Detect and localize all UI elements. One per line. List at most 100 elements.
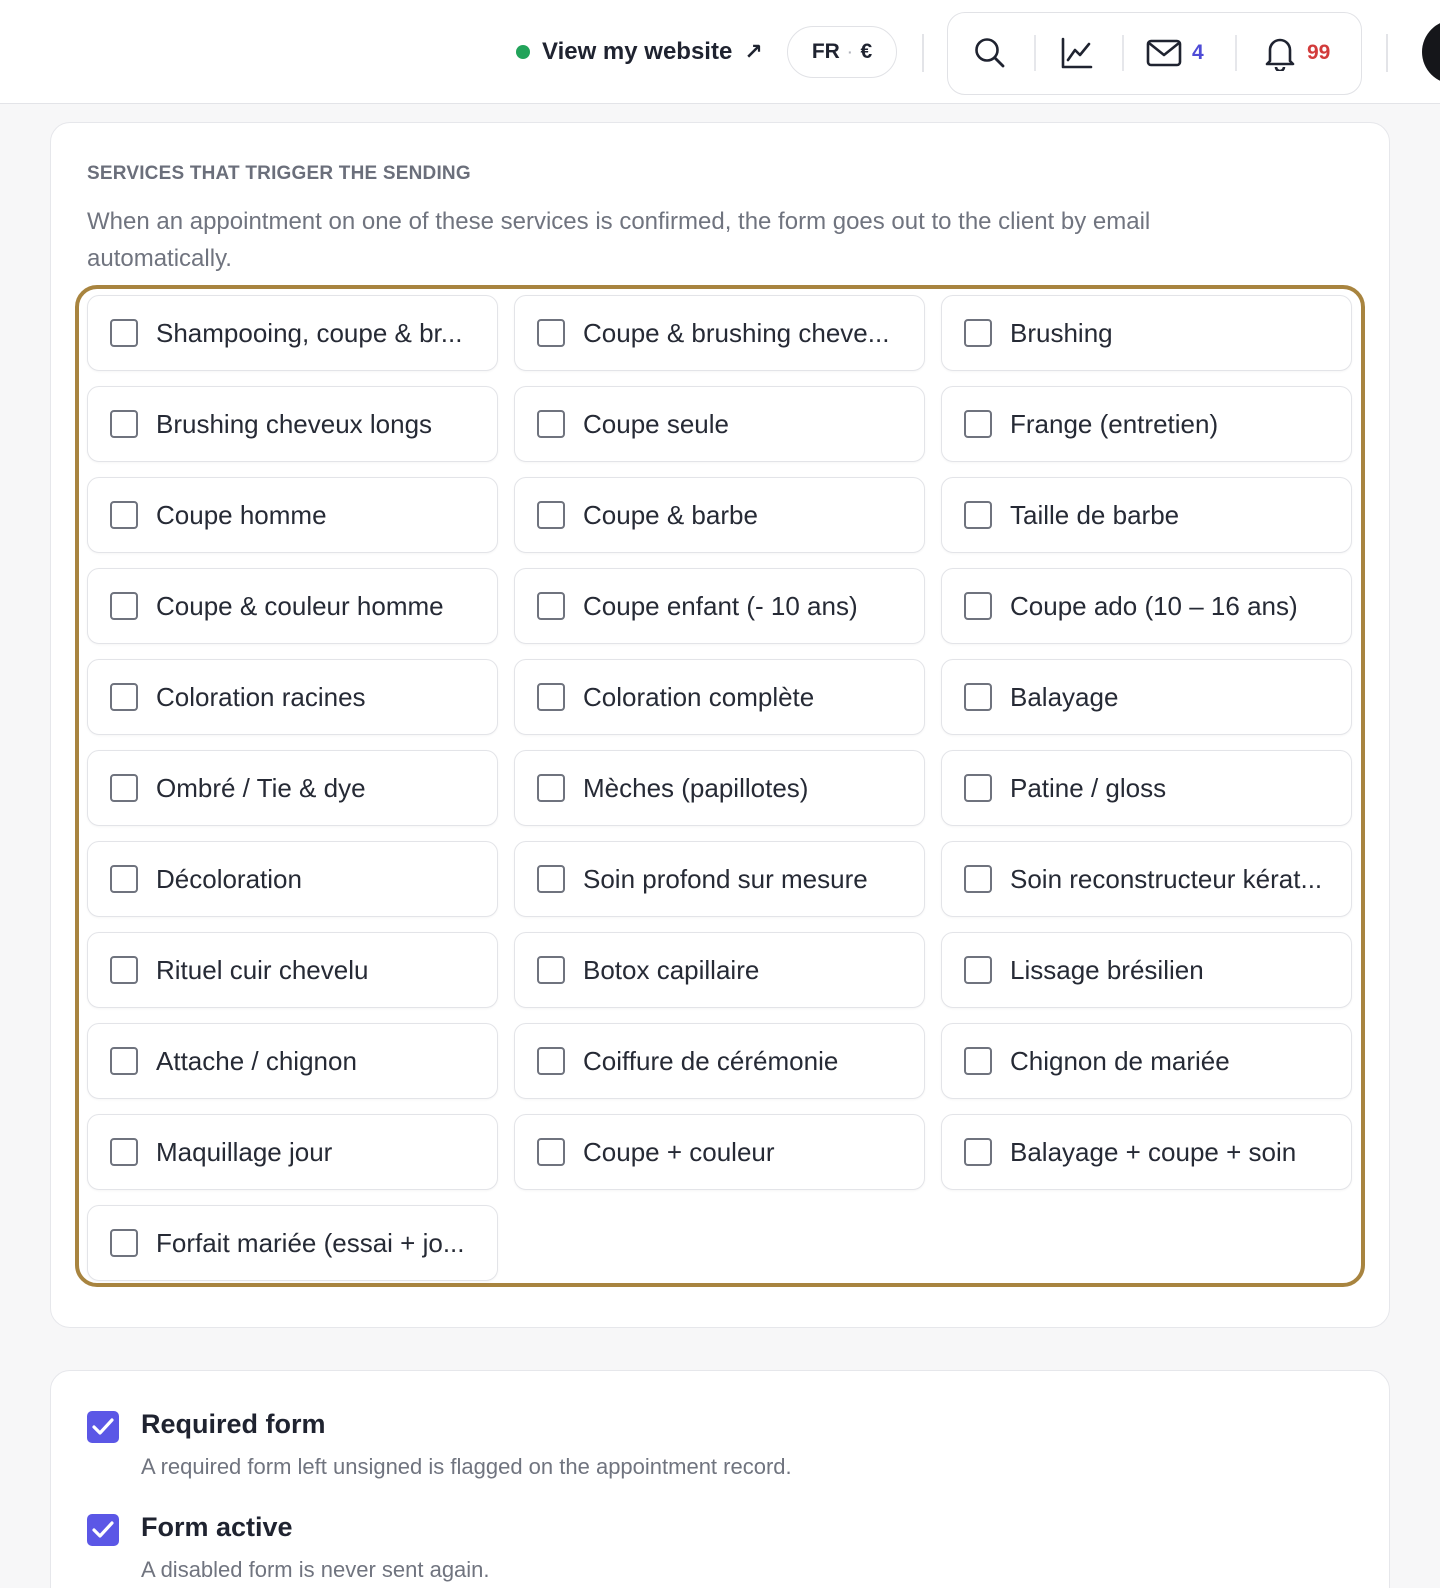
service-checkbox[interactable] xyxy=(964,956,992,984)
service-checkbox[interactable] xyxy=(964,592,992,620)
service-label: Balayage + coupe + soin xyxy=(1010,1136,1297,1167)
service-checkbox[interactable] xyxy=(537,774,565,802)
service-label: Coloration racines xyxy=(156,681,366,712)
top-bar: View my website ↗ FR · € 4 99 xyxy=(0,0,1440,104)
icon-divider xyxy=(1235,35,1237,71)
service-label: Balayage xyxy=(1010,681,1119,712)
service-checkbox[interactable] xyxy=(964,683,992,711)
service-checkbox[interactable] xyxy=(110,319,138,347)
services-trigger-card: SERVICES THAT TRIGGER THE SENDING When a… xyxy=(50,122,1390,1328)
service-option[interactable]: Coupe + couleur xyxy=(514,1114,925,1190)
service-label: Coupe enfant (- 10 ans) xyxy=(583,590,858,621)
service-option[interactable]: Coloration complète xyxy=(514,659,925,735)
service-option[interactable]: Taille de barbe xyxy=(941,477,1352,553)
section-title: SERVICES THAT TRIGGER THE SENDING xyxy=(87,163,471,184)
search-button[interactable] xyxy=(973,13,1007,93)
service-option[interactable]: Coupe seule xyxy=(514,386,925,462)
view-website-link[interactable]: View my website ↗ xyxy=(516,34,763,70)
service-option[interactable]: Soin profond sur mesure xyxy=(514,841,925,917)
service-label: Taille de barbe xyxy=(1010,499,1180,530)
form-active-checkbox[interactable] xyxy=(87,1514,119,1546)
service-label: Coupe & couleur homme xyxy=(156,590,444,621)
service-option[interactable]: Forfait mariée (essai + jo... xyxy=(87,1205,498,1281)
service-option[interactable]: Coupe & couleur homme xyxy=(87,568,498,644)
service-checkbox[interactable] xyxy=(537,1047,565,1075)
service-label: Mèches (papillotes) xyxy=(583,772,809,803)
service-option[interactable]: Brushing xyxy=(941,295,1352,371)
service-checkbox[interactable] xyxy=(110,865,138,893)
service-checkbox[interactable] xyxy=(110,1047,138,1075)
notifications-button[interactable]: 99 xyxy=(1263,13,1330,93)
service-checkbox[interactable] xyxy=(110,501,138,529)
messages-button[interactable]: 4 xyxy=(1146,13,1204,93)
service-checkbox[interactable] xyxy=(110,1138,138,1166)
service-checkbox[interactable] xyxy=(537,410,565,438)
service-option[interactable]: Brushing cheveux longs xyxy=(87,386,498,462)
service-checkbox[interactable] xyxy=(537,865,565,893)
service-option[interactable]: Soin reconstructeur kérat... xyxy=(941,841,1352,917)
service-checkbox[interactable] xyxy=(110,1229,138,1257)
service-option[interactable]: Balayage xyxy=(941,659,1352,735)
avatar[interactable] xyxy=(1422,20,1440,84)
service-option[interactable]: Rituel cuir chevelu xyxy=(87,932,498,1008)
service-checkbox[interactable] xyxy=(964,1047,992,1075)
service-label: Coiffure de cérémonie xyxy=(583,1045,839,1076)
service-checkbox[interactable] xyxy=(110,683,138,711)
check-icon xyxy=(92,1521,114,1538)
service-checkbox[interactable] xyxy=(964,865,992,893)
service-option[interactable]: Botox capillaire xyxy=(514,932,925,1008)
service-checkbox[interactable] xyxy=(110,956,138,984)
service-label: Soin reconstructeur kérat... xyxy=(1010,863,1323,894)
service-checkbox[interactable] xyxy=(537,501,565,529)
service-label: Soin profond sur mesure xyxy=(583,863,868,894)
service-option[interactable]: Lissage brésilien xyxy=(941,932,1352,1008)
service-option[interactable]: Attache / chignon xyxy=(87,1023,498,1099)
service-checkbox[interactable] xyxy=(537,683,565,711)
service-option[interactable]: Coupe & brushing cheve... xyxy=(514,295,925,371)
service-checkbox[interactable] xyxy=(110,774,138,802)
service-option[interactable]: Balayage + coupe + soin xyxy=(941,1114,1352,1190)
service-option[interactable]: Coiffure de cérémonie xyxy=(514,1023,925,1099)
service-option[interactable]: Coloration racines xyxy=(87,659,498,735)
service-checkbox[interactable] xyxy=(964,410,992,438)
service-checkbox[interactable] xyxy=(537,1138,565,1166)
service-label: Rituel cuir chevelu xyxy=(156,954,369,985)
service-checkbox[interactable] xyxy=(964,1138,992,1166)
notification-count-badge: 99 xyxy=(1307,41,1331,64)
service-label: Lissage brésilien xyxy=(1010,954,1204,985)
service-checkbox[interactable] xyxy=(964,319,992,347)
required-form-description: A required form left unsigned is flagged… xyxy=(141,1454,792,1479)
chart-icon xyxy=(1060,36,1094,70)
service-checkbox[interactable] xyxy=(964,774,992,802)
form-active-option: Form active A disabled form is never sen… xyxy=(87,1512,490,1583)
service-option[interactable]: Maquillage jour xyxy=(87,1114,498,1190)
required-form-checkbox[interactable] xyxy=(87,1411,119,1443)
service-option[interactable]: Coupe homme xyxy=(87,477,498,553)
service-label: Coloration complète xyxy=(583,681,815,712)
service-checkbox[interactable] xyxy=(110,410,138,438)
header-divider xyxy=(1386,34,1388,72)
service-label: Brushing xyxy=(1010,317,1113,348)
service-option[interactable]: Ombré / Tie & dye xyxy=(87,750,498,826)
service-checkbox[interactable] xyxy=(110,592,138,620)
external-arrow-icon: ↗ xyxy=(744,39,763,64)
service-checkbox[interactable] xyxy=(964,501,992,529)
service-option[interactable]: Coupe & barbe xyxy=(514,477,925,553)
service-option[interactable]: Frange (entretien) xyxy=(941,386,1352,462)
service-checkbox[interactable] xyxy=(537,592,565,620)
service-option[interactable]: Coupe ado (10 – 16 ans) xyxy=(941,568,1352,644)
status-dot xyxy=(516,45,530,59)
service-option[interactable]: Chignon de mariée xyxy=(941,1023,1352,1099)
analytics-button[interactable] xyxy=(1060,13,1094,93)
service-label: Coupe + couleur xyxy=(583,1136,775,1167)
service-option[interactable]: Shampooing, coupe & br... xyxy=(87,295,498,371)
service-label: Patine / gloss xyxy=(1010,772,1167,803)
service-option[interactable]: Mèches (papillotes) xyxy=(514,750,925,826)
service-checkbox[interactable] xyxy=(537,956,565,984)
locale-currency-selector[interactable]: FR · € xyxy=(787,26,897,78)
header-icon-bar: 4 99 xyxy=(947,12,1362,95)
service-checkbox[interactable] xyxy=(537,319,565,347)
service-option[interactable]: Coupe enfant (- 10 ans) xyxy=(514,568,925,644)
service-option[interactable]: Décoloration xyxy=(87,841,498,917)
service-option[interactable]: Patine / gloss xyxy=(941,750,1352,826)
